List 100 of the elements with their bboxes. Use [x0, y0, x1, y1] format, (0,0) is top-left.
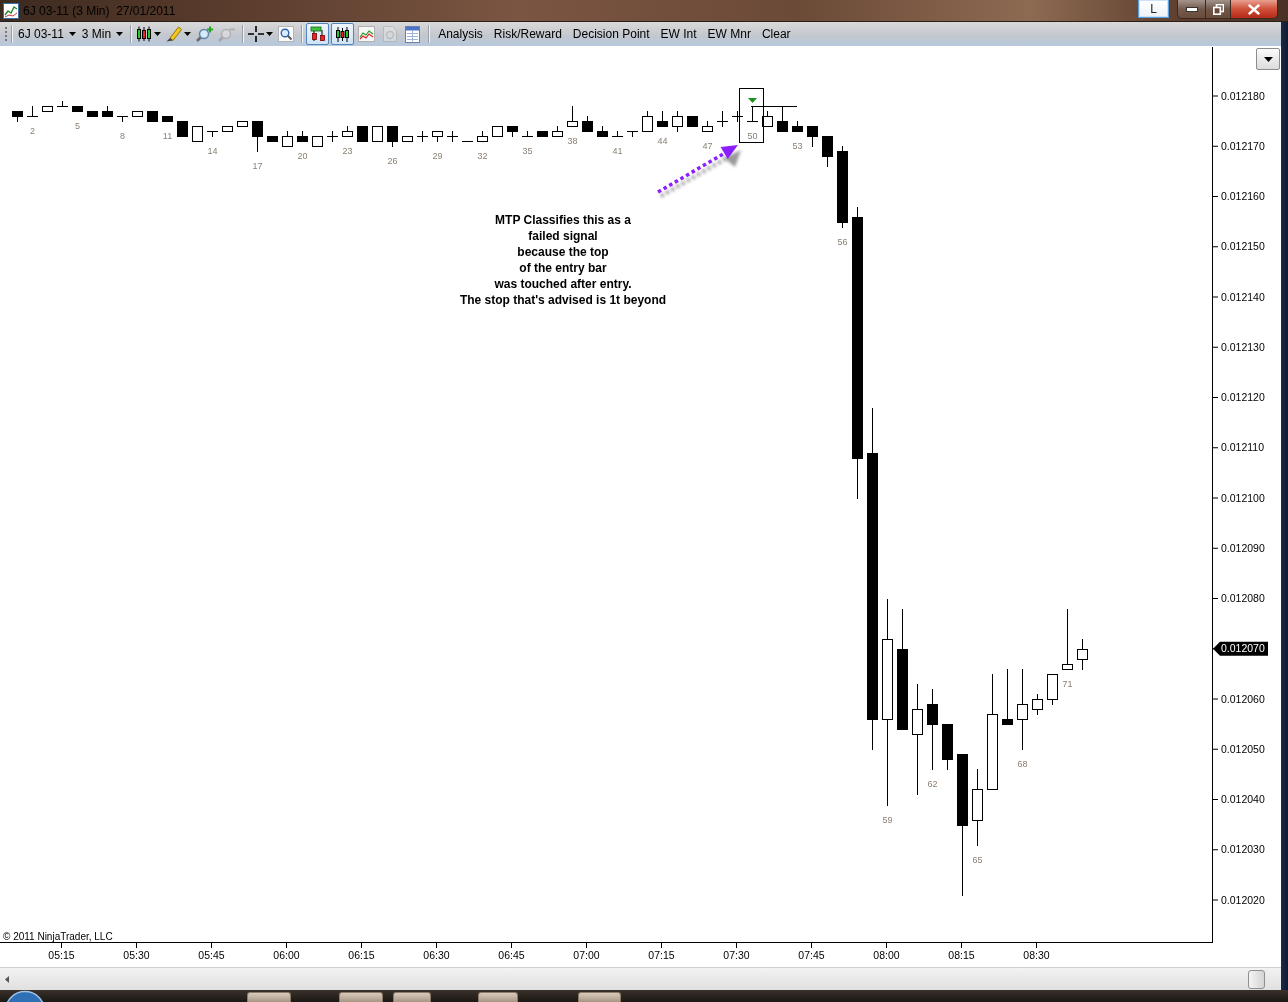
copyright-text: © 2011 NinjaTrader, LLC: [3, 931, 113, 942]
line-chart-icon: [358, 26, 376, 42]
bar-number: 11: [162, 131, 173, 141]
window-title: 6J 03-11 (3 Min) 27/01/2011: [23, 4, 176, 18]
time-label: 07:15: [648, 949, 675, 961]
bar-number: 41: [612, 146, 623, 156]
highlight-box: [739, 88, 764, 143]
stop-line: [750, 106, 798, 107]
time-label: 07:30: [723, 949, 750, 961]
taskbar-button[interactable]: [393, 992, 431, 1002]
toolbar-command-button[interactable]: Clear: [756, 23, 796, 45]
toolbar-command-button[interactable]: Risk/Reward: [488, 23, 567, 45]
bar-number: 8: [120, 131, 125, 141]
price-label: 0.012060: [1221, 692, 1265, 705]
bar-number: 2: [30, 126, 35, 136]
time-label: 05:45: [198, 949, 225, 961]
document-icon: [382, 26, 397, 42]
table-icon: [405, 25, 421, 43]
zoom-in-icon: [196, 26, 214, 42]
pencil-icon: [166, 26, 183, 42]
candlesticks-icon: [336, 26, 350, 42]
toolbar-command-button[interactable]: Analysis: [433, 23, 488, 45]
minimize-icon: [1185, 6, 1198, 12]
zoom-out-icon: [218, 26, 236, 42]
language-button[interactable]: L: [1138, 0, 1169, 18]
bar-number: 5: [75, 121, 80, 131]
bar-number: 29: [432, 151, 443, 161]
bar-chart-button[interactable]: [306, 23, 330, 45]
bar-number: 71: [1062, 679, 1073, 689]
bar-number: 35: [522, 146, 533, 156]
bar-number: 47: [702, 141, 713, 151]
caret-icon: [154, 32, 162, 36]
caret-icon: [68, 32, 76, 36]
caret-icon: [116, 32, 124, 36]
price-label: 0.012180: [1221, 89, 1265, 102]
magnifier-icon: [278, 26, 295, 42]
chart-icon: [3, 3, 19, 19]
minimize-button[interactable]: [1177, 0, 1205, 19]
restore-icon: [1212, 3, 1224, 15]
crosshair-icon: [248, 26, 265, 42]
bar-number: 14: [207, 146, 218, 156]
bar-chart-icon: [309, 26, 326, 42]
caret-icon: [184, 32, 192, 36]
time-label: 06:45: [498, 949, 525, 961]
start-button[interactable]: [5, 990, 45, 1002]
candlestick-chart-button[interactable]: [331, 23, 355, 45]
down-triangle-icon: [748, 98, 757, 103]
price-label: 0.012040: [1221, 793, 1265, 805]
price-label: 0.012130: [1221, 340, 1265, 353]
price-label: 0.012050: [1221, 742, 1265, 755]
price-label: 0.012030: [1221, 843, 1265, 856]
bar-number: 65: [972, 855, 983, 865]
crosshair-button[interactable]: [247, 23, 275, 45]
price-label: 0.012150: [1221, 240, 1265, 253]
taskbar-button[interactable]: [578, 992, 621, 1002]
bar-number: 50: [747, 131, 758, 141]
toolbar-command-button[interactable]: EW Int: [655, 23, 702, 45]
line-chart-button[interactable]: [356, 23, 378, 45]
price-label: 0.012100: [1221, 491, 1265, 504]
bar-number: 38: [567, 136, 578, 146]
caret-icon: [266, 32, 274, 36]
time-label: 08:15: [948, 949, 975, 961]
interval-dropdown[interactable]: 3 Min: [79, 23, 126, 45]
horizontal-scrollbar[interactable]: [0, 967, 1281, 990]
price-label: 0.012120: [1221, 391, 1265, 403]
chart-menu-button[interactable]: [1256, 48, 1280, 70]
instrument-dropdown[interactable]: 6J 03-11: [16, 23, 78, 45]
close-button[interactable]: [1230, 0, 1278, 19]
time-label: 07:45: [798, 949, 825, 961]
close-icon: [1248, 3, 1260, 15]
toolbar-command-button[interactable]: Decision Point: [567, 23, 655, 45]
time-label: 08:00: [873, 949, 900, 961]
caret-icon: [1263, 56, 1273, 62]
price-label: 0.012170: [1221, 139, 1265, 152]
bar-number: 26: [387, 156, 398, 166]
price-label: 0.012090: [1221, 541, 1265, 554]
time-label: 05:15: [48, 949, 75, 961]
last-price-tag: 0.012070: [1213, 641, 1268, 656]
grip-icon: [5, 26, 8, 42]
taskbar-button[interactable]: [247, 992, 291, 1002]
price-label: 0.012110: [1221, 441, 1264, 454]
bar-number: 68: [1017, 759, 1028, 769]
price-label: 0.012080: [1221, 592, 1265, 604]
magnifier-button[interactable]: [277, 23, 296, 45]
toolbar-command-button[interactable]: EW Mnr: [702, 23, 756, 45]
annotation-text: MTP Classifies this as a failed signal because the top of the entry bar was touched after entry. The stop that's advised is 1t beyond: [458, 212, 668, 308]
bar-number: 17: [252, 161, 263, 171]
scrollbar-thumb[interactable]: [1248, 969, 1265, 989]
taskbar-button[interactable]: [478, 992, 518, 1002]
bar-number: 62: [927, 779, 938, 789]
left-arrow-icon[interactable]: [5, 975, 9, 983]
restore-button[interactable]: [1205, 0, 1230, 19]
taskbar-button[interactable]: [339, 992, 383, 1002]
price-label: 0.012140: [1221, 290, 1265, 303]
time-label: 06:15: [348, 949, 375, 961]
price-label: 0.012020: [1221, 893, 1265, 906]
candlesticks-icon: [136, 26, 153, 42]
price-label: 0.012160: [1221, 190, 1265, 202]
bar-number: 20: [297, 151, 308, 161]
bar-number: 53: [792, 141, 803, 151]
